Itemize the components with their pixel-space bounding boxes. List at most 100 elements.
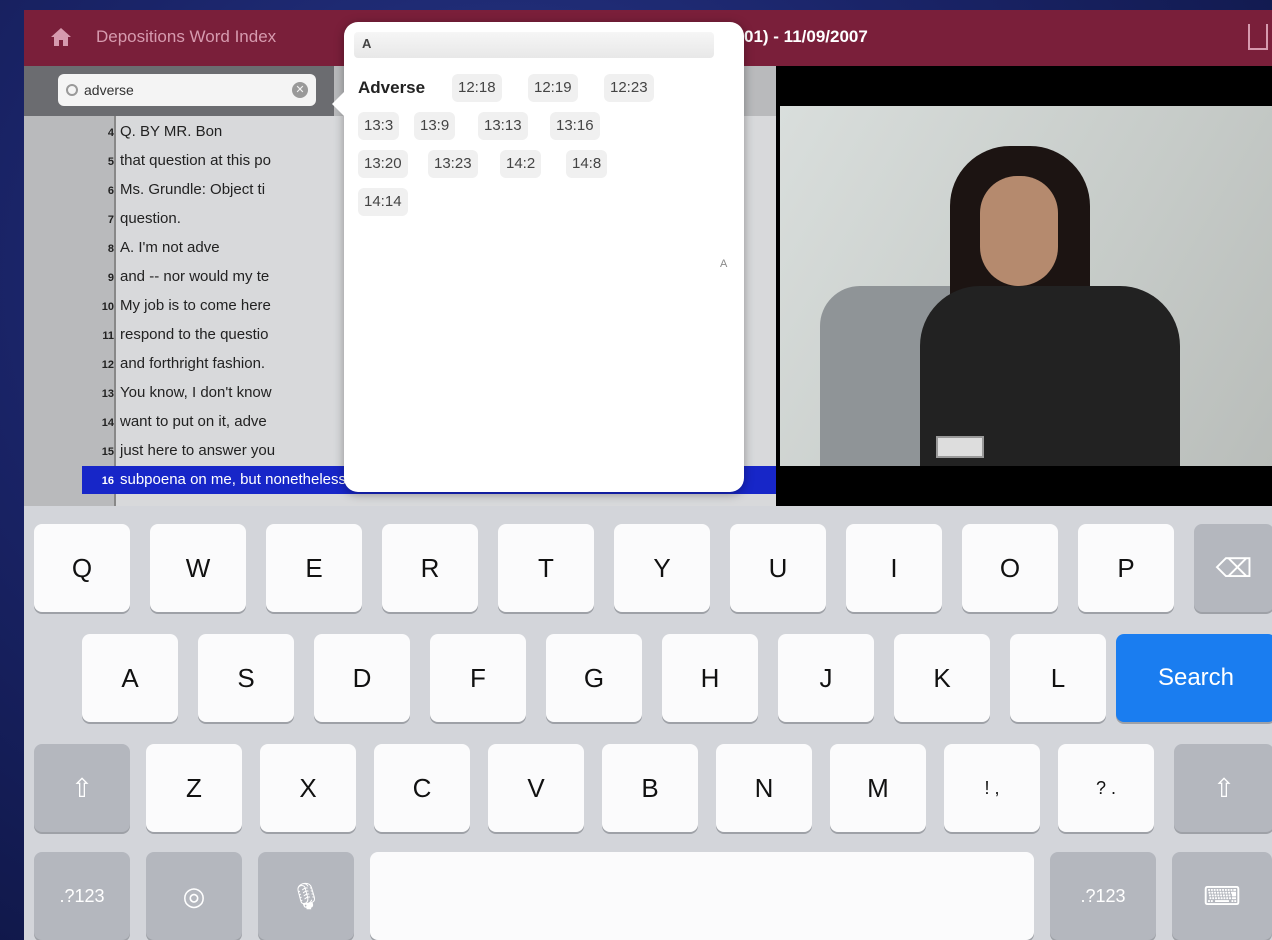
page-line-ref[interactable]: 13:16 <box>550 112 600 140</box>
line-text: that question at this po <box>120 152 271 169</box>
key-o[interactable]: O <box>962 524 1058 612</box>
cup-shape <box>936 436 984 458</box>
shift-key-right[interactable]: ⇧ <box>1174 744 1272 832</box>
transcript-line[interactable]: 11 respond to the questio <box>82 321 268 349</box>
space-key[interactable] <box>370 852 1034 940</box>
key-s[interactable]: S <box>198 634 294 722</box>
key-a[interactable]: A <box>82 634 178 722</box>
line-text: Q. BY MR. Bon <box>120 123 223 140</box>
ipad-screen: Depositions Word Index 01) - 11/09/2007 … <box>24 10 1272 940</box>
line-text: question. <box>120 210 181 227</box>
page-line-ref[interactable]: 14:2 <box>500 150 542 178</box>
page-line-ref[interactable]: 13:20 <box>358 150 408 178</box>
share-icon[interactable] <box>1248 24 1268 50</box>
video-player[interactable] <box>776 66 1272 516</box>
shift-key-left[interactable]: ⇧ <box>34 744 130 832</box>
transcript-line[interactable]: 7 question. <box>82 205 181 233</box>
transcript-line[interactable]: 8 A. I'm not adve <box>82 234 220 262</box>
transcript-line[interactable]: 10 My job is to come here <box>82 292 271 320</box>
transcript-line[interactable]: 12 and forthright fashion. <box>82 350 265 378</box>
key-n[interactable]: N <box>716 744 812 832</box>
key-w[interactable]: W <box>150 524 246 612</box>
key-c[interactable]: C <box>374 744 470 832</box>
line-text: and -- nor would my te <box>120 268 270 285</box>
line-number: 7 <box>107 214 114 226</box>
line-number: 16 <box>101 475 114 487</box>
key-p[interactable]: P <box>1078 524 1174 612</box>
line-number: 14 <box>101 417 114 429</box>
home-icon[interactable] <box>50 27 72 47</box>
index-word: Adverse <box>358 78 426 97</box>
transcript-line[interactable]: 4 Q. BY MR. Bon <box>82 118 222 146</box>
key-y[interactable]: Y <box>614 524 710 612</box>
key-e[interactable]: E <box>266 524 362 612</box>
line-text: A. I'm not adve <box>120 239 220 256</box>
onscreen-keyboard: Q W E R T Y U I O P ⌫ A S D F G H J K L Search ⇧ Z X C V B N M! ,? .… <box>24 506 1272 940</box>
key-x[interactable]: X <box>260 744 356 832</box>
deposition-title: 01) - 11/09/2007 <box>744 27 868 46</box>
key-h[interactable]: H <box>662 634 758 722</box>
dictation-key[interactable]: 🎙 <box>258 852 354 940</box>
numbers-key-right[interactable]: .?123 <box>1050 852 1156 940</box>
line-number: 4 <box>107 127 114 139</box>
key-q[interactable]: Q <box>34 524 130 612</box>
key-u[interactable]: U <box>730 524 826 612</box>
line-number: 5 <box>107 156 114 168</box>
numbers-key-left[interactable]: .?123 <box>34 852 130 940</box>
key-r[interactable]: R <box>382 524 478 612</box>
line-text: want to put on it, adve <box>120 413 267 430</box>
page-line-ref[interactable]: 12:18 <box>452 74 502 102</box>
transcript-line[interactable]: 9 and -- nor would my te <box>82 263 269 291</box>
globe-key[interactable]: ◎ <box>146 852 242 940</box>
backspace-key[interactable]: ⌫ <box>1194 524 1272 612</box>
line-number: 13 <box>101 388 114 400</box>
clear-search-icon[interactable]: ✕ <box>292 82 308 98</box>
search-input[interactable] <box>84 82 292 98</box>
line-text: respond to the questio <box>120 326 269 343</box>
page-line-ref[interactable]: 14:8 <box>566 150 608 178</box>
alphabet-index-letter[interactable]: A <box>720 258 727 270</box>
key-z[interactable]: Z <box>146 744 242 832</box>
shift-icon: ⇧ <box>71 773 93 803</box>
key-k[interactable]: K <box>894 634 990 722</box>
line-text: Ms. Grundle: Object ti <box>120 181 266 198</box>
transcript-line[interactable]: 15 just here to answer you <box>82 437 275 465</box>
key-g[interactable]: G <box>546 634 642 722</box>
line-text: and forthright fashion. <box>120 355 266 372</box>
key-question[interactable]: ? . <box>1058 744 1154 832</box>
key-f[interactable]: F <box>430 634 526 722</box>
page-line-ref[interactable]: 13:13 <box>478 112 528 140</box>
witness-face-shape <box>980 176 1058 286</box>
key-t[interactable]: T <box>498 524 594 612</box>
page-line-ref[interactable]: 12:19 <box>528 74 578 102</box>
line-number: 11 <box>102 330 114 342</box>
key-m[interactable]: M <box>830 744 926 832</box>
key-v[interactable]: V <box>488 744 584 832</box>
key-i[interactable]: I <box>846 524 942 612</box>
key-l[interactable]: L <box>1010 634 1106 722</box>
page-line-ref[interactable]: 13:23 <box>428 150 478 178</box>
transcript-line[interactable]: 14 want to put on it, adve <box>82 408 267 436</box>
key-d[interactable]: D <box>314 634 410 722</box>
video-frame <box>780 106 1272 466</box>
key-b[interactable]: B <box>602 744 698 832</box>
page-line-ref[interactable]: 13:3 <box>358 112 400 140</box>
line-number: 9 <box>107 272 114 284</box>
transcript-line[interactable]: 6 Ms. Grundle: Object ti <box>82 176 265 204</box>
line-text: just here to answer you <box>120 442 276 459</box>
search-key[interactable]: Search <box>1116 634 1272 722</box>
globe-icon: ◎ <box>182 881 206 911</box>
page-line-ref[interactable]: 13:9 <box>414 112 456 140</box>
key-j[interactable]: J <box>778 634 874 722</box>
breadcrumb-depositions-word-index[interactable]: Depositions Word Index <box>96 27 276 47</box>
search-icon <box>66 84 78 96</box>
hide-keyboard-key[interactable]: ⌨ <box>1172 852 1272 940</box>
transcript-line[interactable]: 13 You know, I don't know <box>82 379 272 407</box>
page-line-ref[interactable]: 14:14 <box>358 188 408 216</box>
key-exclamation[interactable]: ! , <box>944 744 1040 832</box>
transcript-line[interactable]: 5 that question at this po <box>82 147 271 175</box>
microphone-icon: 🎙 <box>289 881 323 911</box>
page-line-ref[interactable]: 12:23 <box>604 74 654 102</box>
search-bar[interactable]: ✕ <box>58 74 316 106</box>
line-text: My job is to come here <box>120 297 271 314</box>
